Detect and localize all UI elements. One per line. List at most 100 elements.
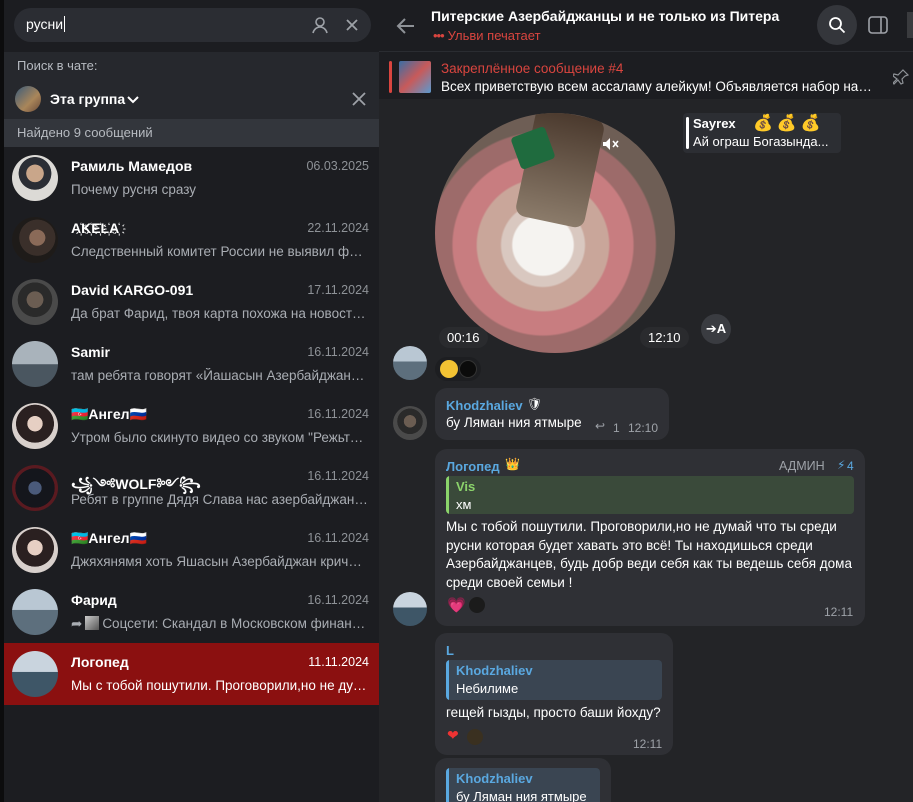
results-count: Найдено 9 сообщений (4, 119, 379, 147)
message-sender[interactable]: L (446, 643, 454, 658)
result-snippet: Следственный комитет России не выявил фа… (71, 244, 369, 259)
quoted-reply[interactable]: Khodzhaliev Небилиме (446, 660, 662, 700)
reply-icon[interactable]: ↩ (595, 419, 605, 433)
result-sender: Samir (71, 344, 110, 360)
search-result-row[interactable]: 🇦🇿Ангел🇷🇺 16.11.2024 Джяхянямя хоть Яшас… (4, 519, 379, 581)
muted-speaker-icon[interactable] (602, 137, 620, 151)
video-message[interactable] (435, 113, 675, 353)
group-avatar (15, 86, 41, 112)
message-bubble[interactable]: Khodzhaliev 🛡 бу Ляман ния ятмыре ↩ 1 12… (435, 388, 669, 440)
reply-preview[interactable]: 💰💰💰 Sayrex Ай ограш Богазында... (683, 113, 841, 153)
avatar (12, 403, 58, 449)
search-button[interactable] (817, 5, 857, 45)
pinned-indicator (389, 61, 392, 93)
quote-indicator (446, 660, 449, 700)
reaction-avatar (459, 360, 477, 378)
reply-indicator (686, 117, 689, 149)
quote-sender: Vis (456, 479, 476, 494)
search-result-row[interactable]: A҉K҉E҉L҉A҉ 22.11.2024 Следственный комит… (4, 209, 379, 271)
result-snippet: Утром было скинуто видео со звуком "Режь… (71, 430, 369, 445)
pin-icon[interactable] (893, 69, 909, 85)
chat-title[interactable]: Питерские Азербайджанцы и не только из П… (431, 8, 779, 24)
message-sender[interactable]: Khodzhaliev (446, 398, 523, 413)
forward-icon: ➦ (71, 616, 83, 631)
more-menu-edge[interactable] (907, 12, 913, 38)
group-scope-label: Эта группа (50, 91, 126, 107)
quote-indicator (446, 476, 449, 514)
search-in-chat-label: Поиск в чате: (4, 52, 379, 80)
result-snippet: Джяхянямя хоть Яшасын Азербайджан кричал… (71, 554, 369, 569)
clear-search-icon[interactable] (342, 15, 362, 35)
person-filter-icon[interactable] (310, 15, 330, 35)
pinned-thumbnail (399, 61, 431, 93)
admin-badge-icon: 🛡 (527, 397, 543, 411)
result-snippet: там ребята говорят «Йашасын Азербайджан»… (71, 368, 369, 383)
back-arrow-icon[interactable] (395, 15, 417, 37)
search-results-list: Рамиль Мамедов 06.03.2025 Почему русня с… (4, 147, 379, 705)
avatar[interactable] (393, 406, 427, 440)
message-time: 12:11 (633, 737, 663, 751)
result-sender: Фарид (71, 592, 117, 608)
close-icon[interactable] (350, 90, 368, 108)
message-bubble[interactable]: L Khodzhaliev Небилиме гещей гызды, прос… (435, 633, 673, 755)
video-duration: 00:16 (439, 327, 488, 348)
result-date: 22.11.2024 (307, 221, 369, 235)
search-result-row[interactable]: 🇦🇿Ангел🇷🇺 16.11.2024 Утром было скинуто … (4, 395, 379, 457)
search-result-row[interactable]: Рамиль Мамедов 06.03.2025 Почему русня с… (4, 147, 379, 209)
quoted-reply[interactable]: Vis хм (446, 476, 854, 514)
quote-sender: Khodzhaliev (456, 663, 533, 678)
boost-count: 4 (847, 459, 854, 473)
crown-icon: 👑 (505, 457, 520, 471)
heart-emoji-icon[interactable]: ❤ (447, 727, 459, 744)
sidebar-toggle-icon[interactable] (868, 16, 888, 34)
message-time: 12:10 (628, 421, 659, 435)
avatar (12, 651, 58, 697)
avatar[interactable] (393, 346, 427, 380)
chevron-down-icon[interactable] (126, 92, 140, 106)
result-sender: David KARGO-091 (71, 282, 194, 298)
message-bubble[interactable]: Логопед 👑 АДМИН ⚡ 4 Vis хм Мы с тобой по… (435, 449, 865, 626)
media-thumbnail (85, 616, 100, 630)
search-result-row-selected[interactable]: Логопед 11.11.2024 Мы с тобой пошутили. … (4, 643, 379, 705)
quote-text: бу Ляман ния ятмыре (456, 789, 587, 802)
message-sender[interactable]: Логопед (446, 459, 500, 474)
result-sender: A҉K҉E҉L҉A҉ (71, 220, 120, 236)
quote-text: Небилиме (456, 681, 519, 696)
translate-button[interactable]: ➔A (701, 314, 731, 344)
search-result-row[interactable]: Фарид 16.11.2024 ➦ Соцсети: Скандал в Мос… (4, 581, 379, 643)
avatar (12, 279, 58, 325)
reply-text: Ай ограш Богазында... (693, 134, 829, 149)
quoted-reply[interactable]: Khodzhaliev бу Ляман ния ятмыре (446, 768, 600, 802)
search-result-row[interactable]: David KARGO-091 17.11.2024 Да брат Фарид… (4, 271, 379, 333)
search-input[interactable]: русни (14, 8, 371, 42)
result-sender: 🇦🇿Ангел🇷🇺 (71, 406, 147, 422)
pink-hearts-icon[interactable]: 💗 (447, 596, 466, 614)
group-scope-selector[interactable]: Эта группа (4, 80, 379, 119)
result-date: 16.11.2024 (307, 531, 369, 545)
reaction-avatar (469, 597, 485, 613)
reactions-bar[interactable] (435, 357, 481, 381)
admin-label: АДМИН (779, 459, 825, 473)
message-area: 00:16 12:10 ➔A 💰💰💰 Sayrex Ай ограш Богаз… (379, 99, 913, 802)
boost-icon: ⚡ (837, 458, 846, 472)
result-date: 16.11.2024 (307, 407, 369, 421)
result-snippet: ➦ Соцсети: Скандал в Московском финансово… (71, 616, 369, 632)
grinning-emoji-icon[interactable] (440, 360, 458, 378)
avatar (12, 465, 58, 511)
result-sender: Логопед (71, 654, 129, 670)
reply-sender: Sayrex (693, 116, 736, 131)
search-result-row[interactable]: Samir 16.11.2024 там ребята говорят «Йаш… (4, 333, 379, 395)
search-result-row[interactable]: ꧁༺WOLF༻꧂ 16.11.2024 Ребят в группе Дядя … (4, 457, 379, 519)
message-bubble[interactable]: Khodzhaliev бу Ляман ния ятмыре (435, 758, 611, 802)
quote-indicator (446, 768, 449, 802)
pinned-title: Закреплённое сообщение #4 (441, 61, 624, 76)
message-text: бу Ляман ния ятмыре (446, 415, 582, 430)
pinned-message-bar[interactable]: Закреплённое сообщение #4 Всех приветств… (379, 51, 913, 99)
video-timestamp: 12:10 (640, 327, 689, 348)
result-date: 11.11.2024 (308, 655, 369, 669)
result-date: 16.11.2024 (307, 593, 369, 607)
avatar[interactable] (393, 592, 427, 626)
result-date: 16.11.2024 (307, 345, 369, 359)
result-snippet-text: Соцсети: Скандал в Московском финансовом (102, 616, 369, 631)
search-panel: русни Поиск в чате: Эта группа Найдено 9… (0, 0, 379, 802)
